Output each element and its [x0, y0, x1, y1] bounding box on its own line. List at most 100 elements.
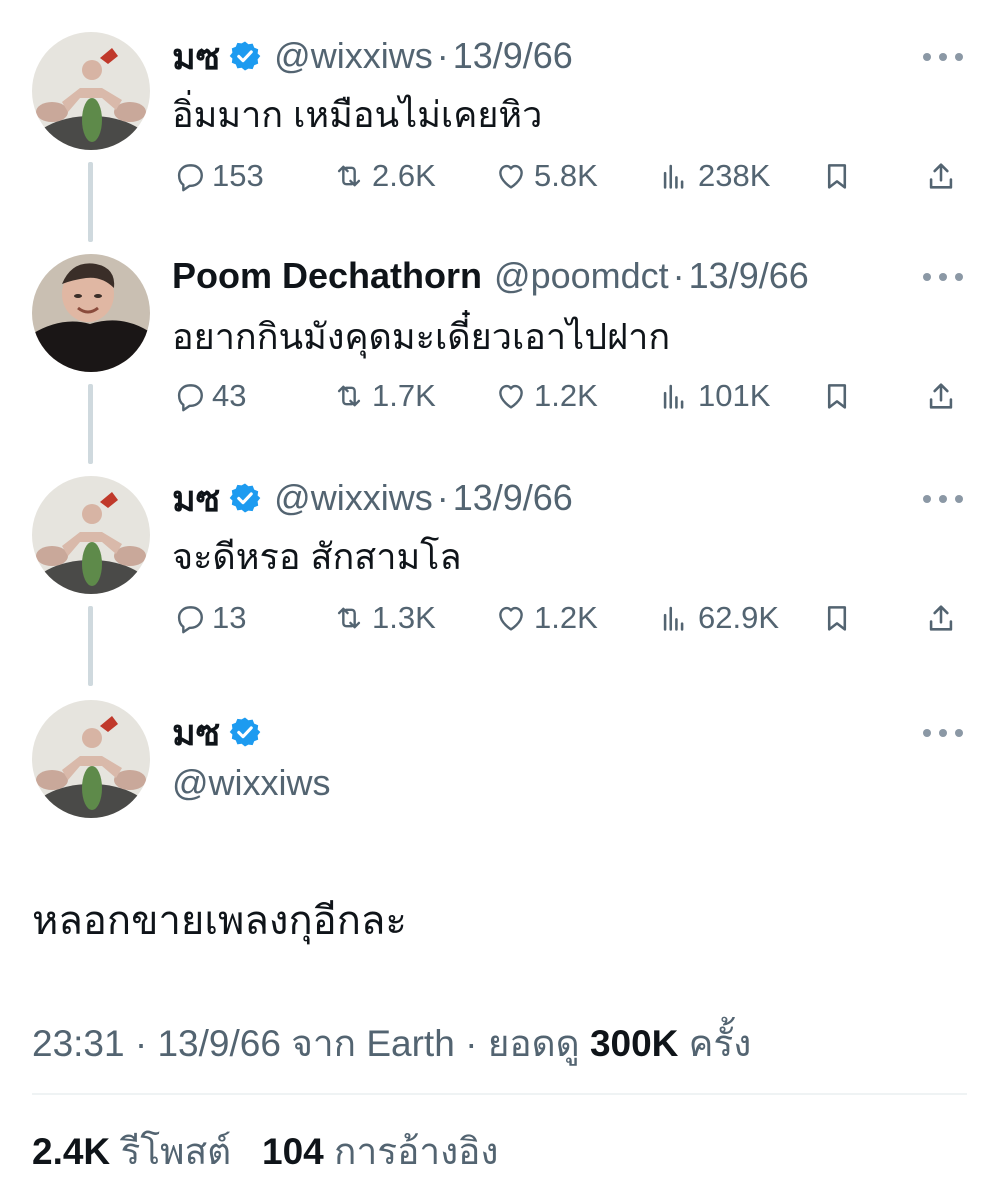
- tweet-date[interactable]: 13/9/66: [689, 255, 809, 297]
- views-prefix: ยอดดู: [487, 1023, 580, 1064]
- bookmark-icon: [827, 164, 847, 189]
- repost-icon: [337, 385, 361, 407]
- author-name[interactable]: มซ: [172, 470, 220, 527]
- author-handle[interactable]: @wixxiws: [274, 477, 433, 519]
- heart-icon: [499, 164, 523, 189]
- verified-badge-icon: [228, 481, 263, 515]
- bookmark-icon: [827, 606, 847, 631]
- tweet-actions: 153 2.6K 5.8K 238K: [172, 154, 964, 198]
- separator: ·: [134, 1023, 148, 1064]
- heart-icon: [499, 384, 523, 409]
- more-icon[interactable]: [923, 494, 963, 504]
- repost-count: 1.7K: [372, 378, 436, 413]
- views-button[interactable]: 62.9K: [658, 596, 779, 640]
- share-button[interactable]: [924, 596, 964, 640]
- repost-count: 2.6K: [372, 158, 436, 193]
- avatar[interactable]: [32, 700, 150, 818]
- view-count: 300K: [589, 1023, 679, 1064]
- source: Earth: [366, 1023, 455, 1064]
- reply-count: 43: [212, 378, 247, 413]
- tweet-actions: 43 1.7K 1.2K 101K: [172, 374, 964, 418]
- share-icon: [929, 605, 953, 631]
- repost-icon: [337, 165, 361, 187]
- repost-count: 1.3K: [372, 600, 436, 635]
- avatar[interactable]: [32, 254, 150, 372]
- tweet-text: จะดีหรอ สักสามโล: [172, 536, 462, 577]
- bookmark-button[interactable]: [820, 596, 860, 640]
- view-count: 62.9K: [698, 600, 780, 635]
- quotes-stat[interactable]: 104 การอ้างอิง: [262, 1131, 498, 1172]
- reposts-label: รีโพสต์: [120, 1131, 232, 1172]
- repost-button[interactable]: 1.7K: [332, 374, 436, 418]
- heart-icon: [499, 606, 523, 631]
- reposts-stat[interactable]: 2.4K รีโพสต์: [32, 1131, 241, 1172]
- reply-count: 153: [212, 158, 264, 193]
- tweet-text: อยากกินมังคุดมะเดี๋ยวเอาไปฝาก: [172, 316, 671, 357]
- bookmark-button[interactable]: [820, 374, 860, 418]
- separator: ·: [465, 1023, 478, 1064]
- reply-button[interactable]: 43: [172, 374, 246, 418]
- like-button[interactable]: 1.2K: [494, 596, 598, 640]
- tweet-date[interactable]: 13/9/66: [453, 477, 573, 519]
- like-count: 5.8K: [534, 158, 598, 193]
- thread-connector: [88, 162, 93, 242]
- more-icon[interactable]: [923, 52, 963, 62]
- tweet-text: อิ่มมาก เหมือนไม่เคยหิว: [172, 94, 543, 135]
- like-count: 1.2K: [534, 600, 598, 635]
- reply-icon: [177, 384, 203, 412]
- avatar[interactable]: [32, 32, 150, 150]
- separator: ·: [672, 255, 685, 296]
- analytics-icon: [663, 384, 684, 409]
- tweet-actions: 13 1.3K 1.2K 62.9K: [172, 596, 964, 640]
- like-button[interactable]: 5.8K: [494, 154, 598, 198]
- analytics-icon: [663, 606, 684, 631]
- quotes-label: การอ้างอิง: [334, 1131, 499, 1172]
- reply-icon: [177, 164, 203, 192]
- reply-button[interactable]: 153: [172, 154, 264, 198]
- like-button[interactable]: 1.2K: [494, 374, 598, 418]
- thread-connector: [88, 384, 93, 464]
- view-count: 238K: [698, 158, 771, 193]
- quote-count: 104: [262, 1131, 324, 1172]
- verified-badge-icon: [228, 715, 263, 749]
- share-button[interactable]: [924, 374, 964, 418]
- like-count: 1.2K: [534, 378, 598, 413]
- repost-icon: [337, 607, 361, 629]
- more-icon[interactable]: [923, 728, 963, 738]
- thread-connector: [88, 606, 93, 686]
- bookmark-button[interactable]: [820, 154, 860, 198]
- separator: ·: [436, 477, 449, 518]
- share-icon: [929, 163, 953, 189]
- reply-button[interactable]: 13: [172, 596, 246, 640]
- share-icon: [929, 383, 953, 409]
- verified-badge-icon: [228, 39, 263, 73]
- separator: ·: [436, 35, 449, 76]
- repost-count: 2.4K: [32, 1131, 111, 1172]
- tweet-date[interactable]: 13/9/66: [157, 1023, 280, 1064]
- views-suffix: ครั้ง: [688, 1023, 752, 1064]
- more-icon[interactable]: [923, 272, 963, 282]
- author-name[interactable]: Poom Dechathorn: [172, 255, 482, 297]
- view-count: 101K: [698, 378, 771, 413]
- divider: [32, 1093, 967, 1095]
- repost-button[interactable]: 1.3K: [332, 596, 436, 640]
- avatar[interactable]: [32, 476, 150, 594]
- share-button[interactable]: [924, 154, 964, 198]
- tweet-time[interactable]: 23:31: [32, 1023, 125, 1064]
- author-name[interactable]: มซ: [172, 704, 220, 761]
- tweet-date[interactable]: 13/9/66: [453, 35, 573, 77]
- repost-button[interactable]: 2.6K: [332, 154, 436, 198]
- author-name[interactable]: มซ: [172, 28, 220, 85]
- tweet-meta: 23:31 · 13/9/66 จาก Earth · ยอดดู 300K ค…: [32, 1014, 751, 1073]
- author-handle[interactable]: @poomdct: [494, 255, 669, 297]
- main-tweet-text: หลอกขายเพลงกุอีกละ: [32, 899, 407, 943]
- author-handle[interactable]: @wixxiws: [274, 35, 433, 77]
- views-button[interactable]: 101K: [658, 374, 770, 418]
- bookmark-icon: [827, 384, 847, 409]
- reply-icon: [177, 606, 203, 634]
- engagement-stats: 2.4K รีโพสต์ 104 การอ้างอิง: [32, 1122, 498, 1181]
- views-button[interactable]: 238K: [658, 154, 770, 198]
- analytics-icon: [663, 164, 684, 189]
- reply-count: 13: [212, 600, 247, 635]
- author-handle[interactable]: @wixxiws: [172, 762, 331, 804]
